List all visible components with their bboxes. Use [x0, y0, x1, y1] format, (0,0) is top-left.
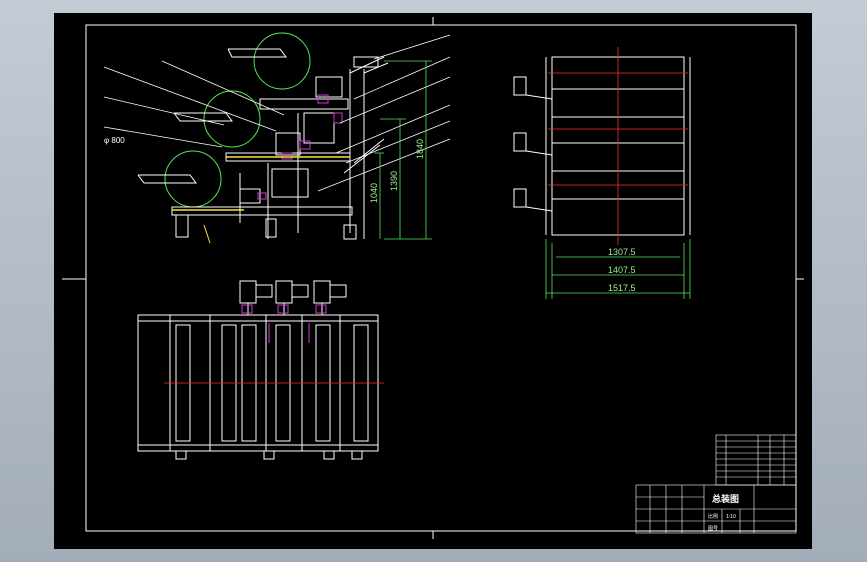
roll-diameter-label: φ 800: [104, 136, 125, 145]
end-view: [513, 56, 691, 236]
plan-view: [137, 280, 379, 460]
side-view-highlight-belts: [172, 156, 350, 244]
height-dim-1390: 1390: [389, 171, 399, 191]
drawing-sheet: φ 800 1040 1390 1840 1307.5 1407.5 1517.…: [54, 13, 812, 549]
scale-label: 比例: [708, 513, 718, 520]
drawing-number-label: 图号: [708, 526, 718, 532]
parts-list-table: [715, 434, 797, 486]
width-dim-1307: 1307.5: [608, 247, 636, 257]
scale-value: 1:10: [726, 514, 736, 520]
width-dim-1407: 1407.5: [608, 265, 636, 275]
side-elevation-view: [137, 32, 389, 240]
border-ticks: [62, 17, 804, 539]
height-dim-1840: 1840: [415, 139, 425, 159]
drawing-title: 总装图: [712, 493, 739, 504]
cad-drawing-canvas: φ 800 1040 1390 1840 1307.5 1407.5 1517.…: [62, 17, 804, 539]
height-dim-1040: 1040: [369, 183, 379, 203]
side-view-leaders: [103, 34, 451, 192]
width-dim-1517: 1517.5: [608, 283, 636, 293]
end-view-centerlines: [548, 47, 688, 245]
side-view-motors: [257, 94, 343, 200]
cad-window-background: φ 800 1040 1390 1840 1307.5 1407.5 1517.…: [0, 0, 867, 562]
